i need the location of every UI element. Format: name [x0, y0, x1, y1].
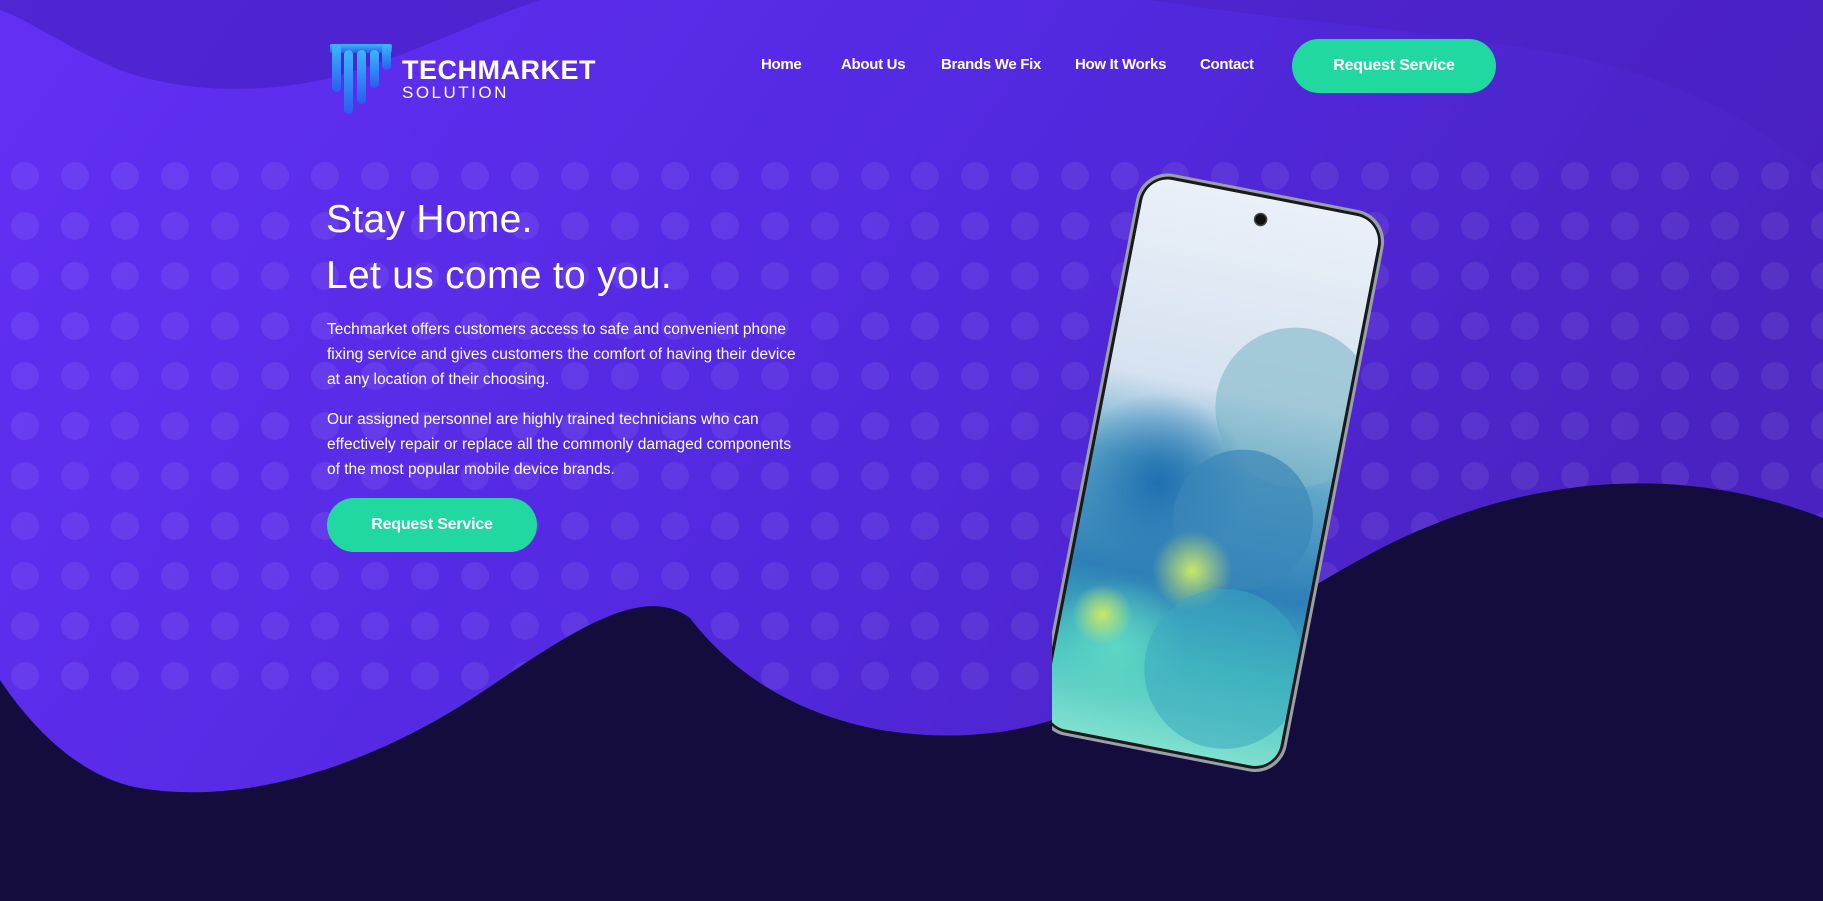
brand-tagline: SOLUTION — [402, 83, 509, 102]
techmarket-logo-icon — [330, 44, 392, 114]
header-request-service-button[interactable]: Request Service — [1292, 39, 1496, 93]
hero-request-service-button[interactable]: Request Service — [327, 498, 537, 552]
brand-name: TECHMARKET — [402, 55, 596, 85]
dot-pattern — [0, 150, 1823, 690]
nav-link-how-it-works[interactable]: How It Works — [1075, 56, 1166, 73]
smartphone-illustration — [1052, 173, 1385, 773]
brand-wordmark: TECHMARKET SOLUTION — [402, 56, 596, 102]
hero-paragraph-2: Our assigned personnel are highly traine… — [327, 411, 792, 478]
hero-title-line-1: Stay Home. — [326, 198, 533, 241]
nav-link-contact[interactable]: Contact — [1200, 56, 1254, 73]
hero-paragraph-1: Techmarket offers customers access to sa… — [327, 321, 796, 388]
nav-link-about-us[interactable]: About Us — [841, 56, 906, 73]
nav-link-brands-we-fix[interactable]: Brands We Fix — [941, 56, 1041, 73]
nav-link-home[interactable]: Home — [761, 56, 802, 73]
hero-title-line-2: Let us come to you. — [326, 254, 673, 297]
brand-logo[interactable]: TECHMARKET SOLUTION — [330, 40, 596, 118]
